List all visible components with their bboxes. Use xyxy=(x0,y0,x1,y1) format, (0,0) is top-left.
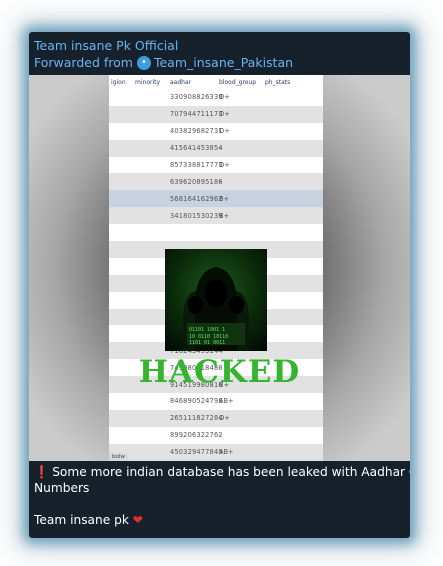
forwarded-line[interactable]: Forwarded from • Team_insane_Pakistan xyxy=(34,55,293,71)
blood-group-cell: O+ xyxy=(219,414,230,423)
aadhar-cell: 707944711173 xyxy=(170,110,223,119)
spreadsheet-header: igion minority aadhar blood_group ph_sta… xyxy=(109,75,323,89)
aadhar-cell: 568164162962 xyxy=(170,194,223,203)
aadhar-cell: 403829682731 xyxy=(170,127,223,136)
aadhar-cell: 639620895186 xyxy=(170,177,223,186)
col-header: minority xyxy=(135,78,161,86)
aadhar-cell: 265111827284 xyxy=(170,414,223,423)
blood-group-cell: O+ xyxy=(219,161,230,169)
col-header: igion xyxy=(111,78,126,86)
table-row: 265111827284 O+ xyxy=(109,409,323,427)
table-row: 415641453854- xyxy=(109,139,323,157)
svg-text:1101 01 0011: 1101 01 0011 xyxy=(189,340,225,346)
blood-group-cell: AB+ xyxy=(219,448,234,457)
table-row: 846890524798 AB+ xyxy=(109,393,323,410)
aadhar-cell: 857338817773 xyxy=(170,161,223,169)
hacked-overlay-text: HACKED xyxy=(138,354,301,390)
exclamation-icon: ❗ xyxy=(34,465,50,479)
forwarded-source[interactable]: Team_insane_Pakistan xyxy=(154,55,293,71)
message-text-line1: Some more indian database has been leake… xyxy=(52,465,410,479)
sheet-footer-label: bolw xyxy=(109,453,128,461)
blood-group-cell: AB+ xyxy=(219,397,234,406)
blood-group-cell: - xyxy=(219,144,222,153)
blood-group-cell: - xyxy=(219,431,222,440)
message-header: Team insane Pk Official Forwarded from •… xyxy=(34,38,293,71)
table-row: 857338817773 O+ xyxy=(109,157,323,174)
aadhar-cell: 899206322762 xyxy=(170,431,223,440)
aadhar-cell: 450329477849 xyxy=(170,448,223,457)
blood-group-cell: O+ xyxy=(219,93,230,102)
blood-group-cell: O+ xyxy=(219,110,230,119)
message-signature: Team insane pk xyxy=(34,513,129,527)
aadhar-cell: 341801530239 xyxy=(170,211,223,220)
table-row xyxy=(109,224,323,241)
aadhar-cell: 415641453854 xyxy=(170,144,223,153)
table-row: 707944711173 O+ xyxy=(109,105,323,123)
blood-group-cell: B+ xyxy=(219,211,230,220)
source-avatar-icon: • xyxy=(136,56,151,70)
table-row: 403829682731 O+ xyxy=(109,123,323,140)
svg-text:01101 1001 1: 01101 1001 1 xyxy=(189,327,225,333)
forwarded-prefix: Forwarded from xyxy=(34,55,133,70)
aadhar-cell: 846890524798 xyxy=(170,397,223,406)
message-signature-line: Team insane pk ❤ xyxy=(34,512,406,528)
table-row: 899206322762- xyxy=(109,427,323,444)
aadhar-cell: 330908826339 xyxy=(170,93,223,102)
hacker-image: 01101 1001 1 10 0110 10110 1101 01 0011 xyxy=(165,249,267,351)
col-header: blood_group xyxy=(219,78,257,86)
table-row: 330908826339 O+ xyxy=(109,89,323,106)
message-photo[interactable]: igion minority aadhar blood_group ph_sta… xyxy=(29,75,410,461)
message-text: ❗ Some more indian database has been leak… xyxy=(34,464,410,528)
col-header: ph_stats xyxy=(265,78,291,86)
heart-icon: ❤ xyxy=(132,513,143,527)
blood-group-cell: B+ xyxy=(219,194,230,203)
channel-name[interactable]: Team insane Pk Official xyxy=(34,38,293,54)
table-row: 639620895186- xyxy=(109,173,323,191)
message-line-1: ❗ Some more indian database has been leak… xyxy=(34,464,410,480)
table-row: 568164162962 B+ xyxy=(109,190,323,208)
message-card[interactable]: Team insane Pk Official Forwarded from •… xyxy=(29,32,410,538)
blood-group-cell: O+ xyxy=(219,127,230,136)
blood-group-cell: - xyxy=(219,177,222,186)
table-row: 450329477849 AB+ xyxy=(109,443,323,461)
table-row: 341801530239 B+ xyxy=(109,207,323,225)
message-text-line2: Numbers xyxy=(34,481,90,495)
col-header: aadhar xyxy=(170,78,192,86)
